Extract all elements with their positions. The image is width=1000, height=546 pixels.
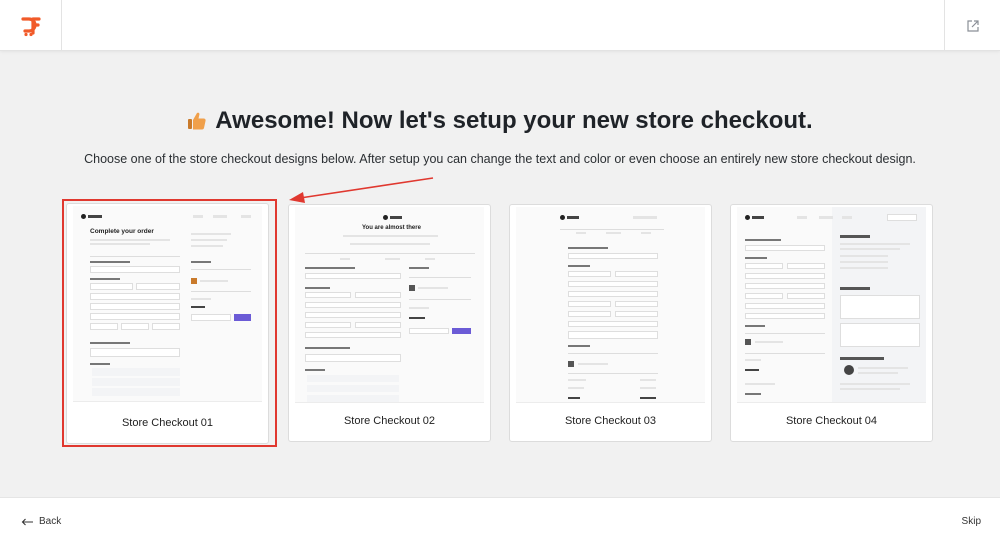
back-button[interactable]: Back [21, 516, 61, 527]
checkout-design-card-02[interactable]: You are almost there Store Checkout 02 [288, 204, 491, 442]
card-label: Store Checkout 01 [121, 417, 214, 429]
preview-title: You are almost there [362, 225, 421, 231]
checkout-preview-01: Complete your order [73, 206, 262, 402]
external-link-icon [966, 19, 979, 32]
card-label: Store Checkout 03 [564, 415, 657, 427]
checkout-preview-04 [737, 207, 926, 403]
top-bar [0, 0, 1000, 51]
checkout-preview-03 [516, 207, 705, 403]
preview-title: Complete your order [90, 228, 154, 235]
skip-button[interactable]: Skip [962, 516, 981, 527]
checkout-design-card-03[interactable]: Store Checkout 03 [509, 204, 712, 442]
cartflows-logo-icon [20, 16, 41, 36]
checkout-design-card-01[interactable]: Complete your order Store Checkout 01 [66, 203, 269, 444]
arrow-left-icon [21, 518, 33, 525]
exit-setup-button[interactable] [944, 0, 1000, 51]
back-button-label: Back [39, 516, 62, 527]
card-label: Store Checkout 04 [785, 415, 878, 427]
thumbs-up-icon [188, 112, 206, 130]
page-subtitle: Choose one of the store checkout designs… [84, 152, 916, 166]
footer-bar: Back Skip [0, 497, 1000, 546]
checkout-preview-02: You are almost there [295, 207, 484, 403]
logo[interactable] [0, 0, 62, 51]
page-title-text: Awesome! Now let's setup your new store … [215, 107, 813, 134]
page-title: Awesome! Now let's setup your new store … [0, 107, 1000, 135]
card-label: Store Checkout 02 [343, 415, 436, 427]
checkout-design-card-04[interactable]: Store Checkout 04 [730, 204, 933, 442]
